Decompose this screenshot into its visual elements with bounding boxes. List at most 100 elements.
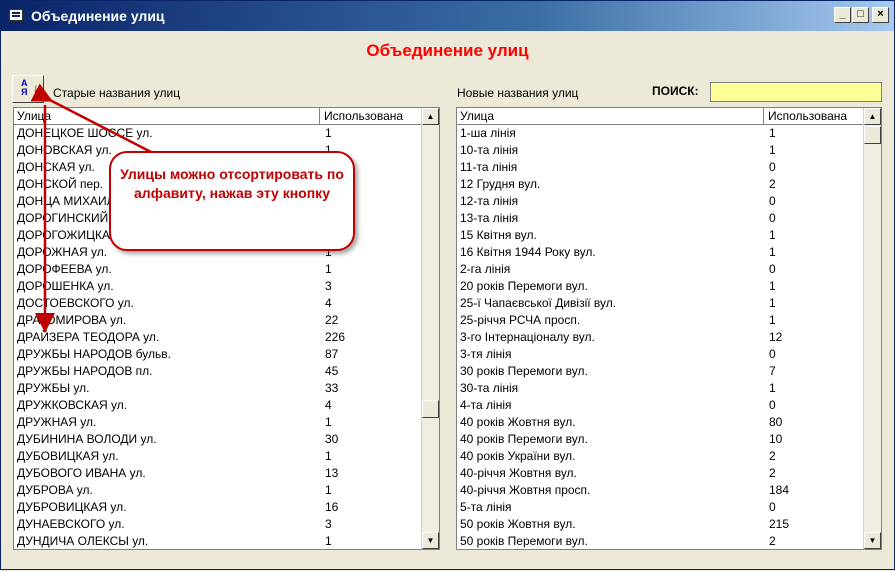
used-count-cell: 1 [769, 381, 776, 395]
sort-alphabetically-button[interactable]: АЯ ↓ [12, 75, 44, 103]
table-row[interactable]: ДУБИНИНА ВОЛОДИ ул. 30 [14, 431, 419, 448]
table-row[interactable]: 3-тя лінія 0 [457, 346, 862, 363]
table-row[interactable]: 3-го Інтернаціоналу вул. 12 [457, 329, 862, 346]
table-row[interactable]: 25-річчя РСЧА просп. 1 [457, 312, 862, 329]
street-name-cell: 10-та лінія [460, 143, 519, 157]
used-count-cell: 7 [769, 364, 776, 378]
table-row[interactable]: 40 років Жовтня вул. 80 [457, 414, 862, 431]
table-row[interactable]: 13-та лінія 0 [457, 210, 862, 227]
street-name-cell: ДУБОВОГО ИВАНА ул. [17, 466, 146, 480]
maximize-button[interactable]: □ [852, 7, 869, 23]
table-row[interactable]: 50 років Перемоги вул. 2 [457, 533, 862, 549]
scroll-up-button[interactable]: ▲ [422, 108, 439, 125]
table-row[interactable]: 30 років Перемоги вул. 7 [457, 363, 862, 380]
table-row[interactable]: 30-та лінія 1 [457, 380, 862, 397]
table-row[interactable]: 12 Грудня вул. 2 [457, 176, 862, 193]
table-row[interactable]: ДУБОВОГО ИВАНА ул. 13 [14, 465, 419, 482]
street-name-cell: 30 років Перемоги вул. [460, 364, 588, 378]
table-row[interactable]: ДОРОФЕЕВА ул. 1 [14, 261, 419, 278]
street-name-cell: ДОРОФЕЕВА ул. [17, 262, 112, 276]
table-row[interactable]: ДОРОШЕНКА ул. 3 [14, 278, 419, 295]
table-row[interactable]: ДРУЖБЫ ул. 33 [14, 380, 419, 397]
used-count-cell: 12 [769, 330, 783, 344]
table-row[interactable]: 40 років України вул. 2 [457, 448, 862, 465]
table-row[interactable]: 20 років Перемоги вул. 1 [457, 278, 862, 295]
used-count-cell: 1 [325, 449, 332, 463]
table-row[interactable]: 50 років Жовтня вул. 215 [457, 516, 862, 533]
used-count-cell: 2 [769, 449, 776, 463]
used-count-cell: 3 [325, 279, 332, 293]
table-row[interactable]: ДРУЖБЫ НАРОДОВ пл. 45 [14, 363, 419, 380]
column-header-street[interactable]: Улица [14, 108, 320, 124]
used-count-cell: 1 [769, 228, 776, 242]
street-name-cell: ДУБОВИЦКАЯ ул. [17, 449, 119, 463]
table-row[interactable]: 10-та лінія 1 [457, 142, 862, 159]
table-row[interactable]: 15 Квітня вул. 1 [457, 227, 862, 244]
table-row[interactable]: ДУБРОВА ул. 1 [14, 482, 419, 499]
table-row[interactable]: 12-та лінія 0 [457, 193, 862, 210]
title-bar[interactable]: Объединение улиц _ □ × [1, 1, 894, 31]
street-name-cell: 40-річчя Жовтня вул. [460, 466, 577, 480]
scroll-thumb[interactable] [422, 400, 439, 418]
old-list-scrollbar[interactable]: ▲ ▼ [421, 108, 439, 549]
table-row[interactable]: ДРАЙЗЕРА ТЕОДОРА ул. 226 [14, 329, 419, 346]
used-count-cell: 0 [769, 194, 776, 208]
street-name-cell: ДОНСКАЯ ул. [17, 160, 95, 174]
street-name-cell: ДРУЖБЫ НАРОДОВ пл. [17, 364, 153, 378]
street-name-cell: ДРАЙЗЕРА ТЕОДОРА ул. [17, 330, 160, 344]
used-count-cell: 0 [769, 160, 776, 174]
table-row[interactable]: 5-та лінія 0 [457, 499, 862, 516]
used-count-cell: 1 [769, 279, 776, 293]
search-input[interactable] [710, 82, 882, 102]
used-count-cell: 0 [769, 398, 776, 412]
table-row[interactable]: ДОНЕЦКОЕ ШОССЕ ул. 1 [14, 125, 419, 142]
used-count-cell: 226 [325, 330, 346, 344]
scroll-thumb[interactable] [864, 126, 881, 144]
street-name-cell: ДРУЖБЫ НАРОДОВ бульв. [17, 347, 171, 361]
street-name-cell: 25-ї Чапаєвської Дивізії вул. [460, 296, 617, 310]
sort-arrow-icon: ↓ [33, 81, 39, 95]
used-count-cell: 0 [769, 500, 776, 514]
street-name-cell: 15 Квітня вул. [460, 228, 537, 242]
table-row[interactable]: 40 років Перемоги вул. 10 [457, 431, 862, 448]
new-list-scrollbar[interactable]: ▲ ▼ [863, 108, 881, 549]
scroll-down-button[interactable]: ▼ [864, 532, 881, 549]
table-row[interactable]: 40-річчя Жовтня просп. 184 [457, 482, 862, 499]
table-row[interactable]: 25-ї Чапаєвської Дивізії вул. 1 [457, 295, 862, 312]
street-name-cell: 40-річчя Жовтня просп. [460, 483, 591, 497]
used-count-cell: 1 [769, 245, 776, 259]
table-row[interactable]: ДРУЖКОВСКАЯ ул. 4 [14, 397, 419, 414]
table-row[interactable]: ДУНАЕВСКОГО ул. 3 [14, 516, 419, 533]
table-row[interactable]: 4-та лінія 0 [457, 397, 862, 414]
table-row[interactable]: ДРАГОМИРОВА ул. 22 [14, 312, 419, 329]
table-row[interactable]: 11-та лінія 0 [457, 159, 862, 176]
table-row[interactable]: 40-річчя Жовтня вул. 2 [457, 465, 862, 482]
table-row[interactable]: ДУБРОВИЦКАЯ ул. 16 [14, 499, 419, 516]
scroll-up-button[interactable]: ▲ [864, 108, 881, 125]
column-header-street[interactable]: Улица [457, 108, 764, 124]
table-row[interactable]: ДУНДИЧА ОЛЕКСЫ ул. 1 [14, 533, 419, 549]
used-count-cell: 1 [325, 262, 332, 276]
table-row[interactable]: 1-ша лінія 1 [457, 125, 862, 142]
table-row[interactable]: ДОСТОЕВСКОГО ул. 4 [14, 295, 419, 312]
scroll-down-button[interactable]: ▼ [422, 532, 439, 549]
street-name-cell: 13-та лінія [460, 211, 519, 225]
street-name-cell: 3-го Інтернаціоналу вул. [460, 330, 595, 344]
table-row[interactable]: ДУБОВИЦКАЯ ул. 1 [14, 448, 419, 465]
used-count-cell: 0 [769, 262, 776, 276]
column-header-used[interactable]: Использована [765, 108, 847, 124]
new-streets-list[interactable]: Улица Использована 1-ша лінія 1 10-та ліні… [456, 107, 882, 550]
used-count-cell: 30 [325, 432, 339, 446]
table-row[interactable]: 16 Квітня 1944 Року вул. 1 [457, 244, 862, 261]
used-count-cell: 2 [769, 466, 776, 480]
street-name-cell: ДУБИНИНА ВОЛОДИ ул. [17, 432, 157, 446]
street-name-cell: 25-річчя РСЧА просп. [460, 313, 581, 327]
street-name-cell: ДРАГОМИРОВА ул. [17, 313, 127, 327]
table-row[interactable]: ДРУЖНАЯ ул. 1 [14, 414, 419, 431]
minimize-button[interactable]: _ [834, 7, 851, 23]
close-button[interactable]: × [872, 7, 889, 23]
table-row[interactable]: ДРУЖБЫ НАРОДОВ бульв. 87 [14, 346, 419, 363]
column-header-used[interactable]: Использована [321, 108, 403, 124]
table-row[interactable]: 2-га лінія 0 [457, 261, 862, 278]
street-name-cell: 11-та лінія [460, 160, 518, 174]
